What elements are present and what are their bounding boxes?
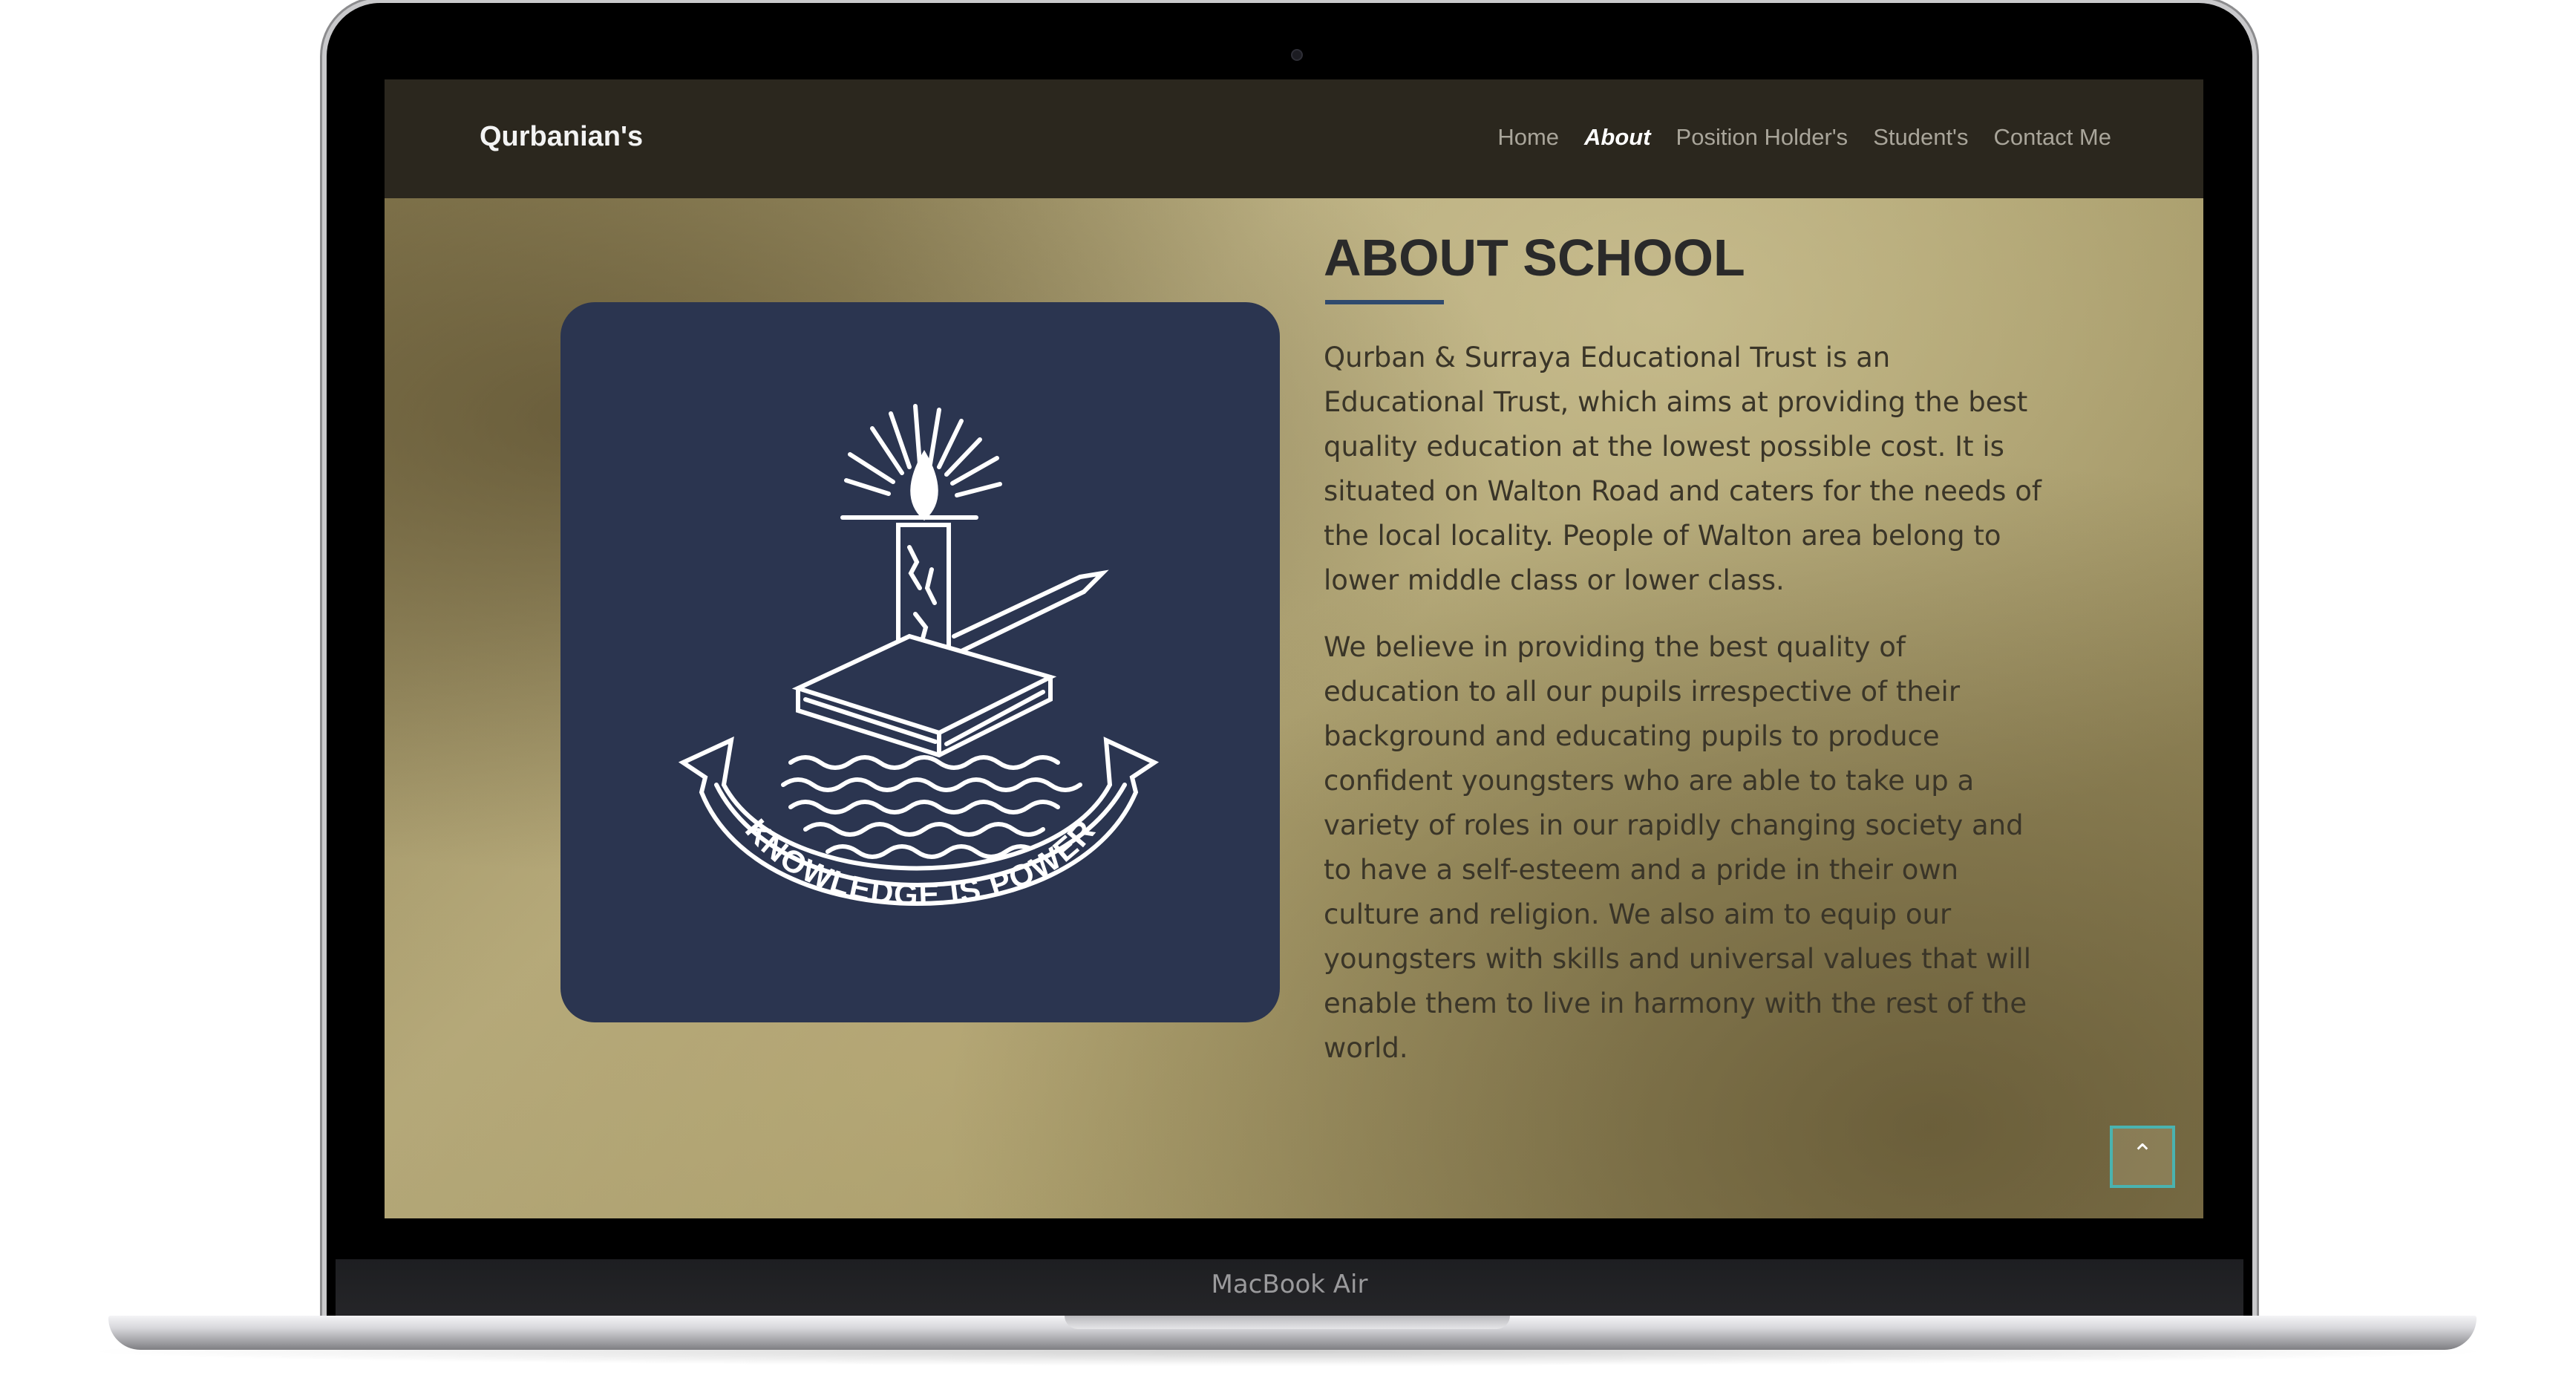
laptop-chin: MacBook Air <box>336 1259 2243 1322</box>
nav-position-holders[interactable]: Position Holder's <box>1676 124 1848 151</box>
page-title: ABOUT SCHOOL <box>1324 229 1745 287</box>
device-label: MacBook Air <box>1211 1270 1368 1299</box>
scroll-to-top-button[interactable]: ⌃ <box>2110 1126 2175 1188</box>
nav-home[interactable]: Home <box>1497 124 1559 151</box>
chevron-up-icon: ⌃ <box>2131 1139 2154 1169</box>
navbar: Qurbanian's Home About Position Holder's… <box>385 79 2203 198</box>
brand-logo-text[interactable]: Qurbanian's <box>480 121 643 153</box>
camera-icon <box>1291 49 1303 61</box>
laptop-hinge-notch <box>1065 1316 1510 1329</box>
candle-book-emblem-icon: KNOWLEDGE IS POWER <box>678 404 1160 912</box>
logo-motto: KNOWLEDGE IS POWER <box>739 812 1101 912</box>
title-underline <box>1325 300 1444 304</box>
school-logo: KNOWLEDGE IS POWER <box>560 302 1280 1022</box>
about-paragraph-2: We believe in providing the best quality… <box>1324 631 2032 1064</box>
about-paragraph-1: Qurban & Surraya Educational Trust is an… <box>1324 342 2041 596</box>
nav-students[interactable]: Student's <box>1873 124 1968 151</box>
svg-text:KNOWLEDGE IS POWER: KNOWLEDGE IS POWER <box>739 812 1102 912</box>
nav-about[interactable]: About <box>1584 124 1651 151</box>
browser-screen: Qurbanian's Home About Position Holder's… <box>385 79 2203 1218</box>
nav-links: Home About Position Holder's Student's C… <box>1497 124 2111 151</box>
nav-contact[interactable]: Contact Me <box>1993 124 2111 151</box>
